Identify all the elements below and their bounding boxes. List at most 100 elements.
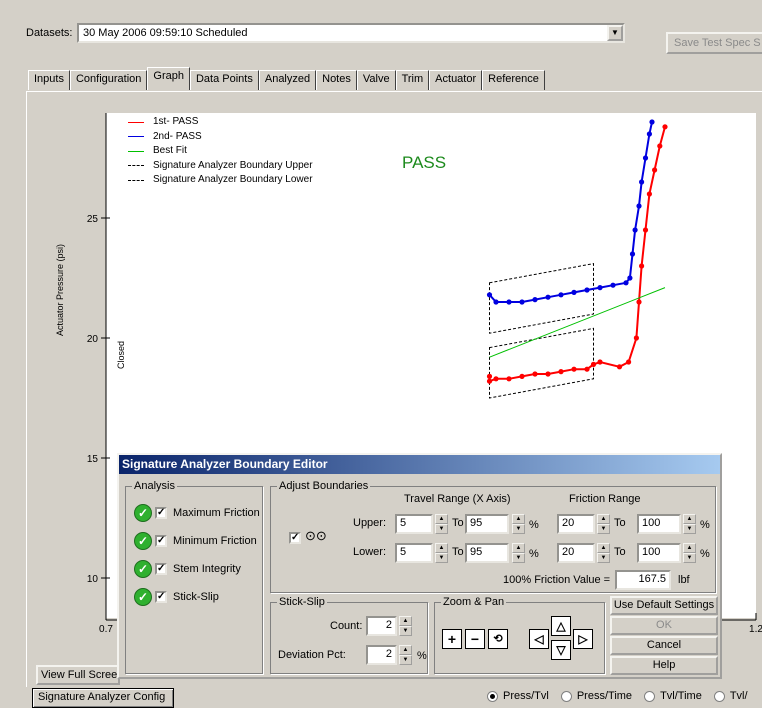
data-point (649, 119, 655, 125)
radio-tvl-time[interactable]: Tvl/Time (644, 690, 702, 702)
data-point (584, 366, 590, 372)
data-point (519, 373, 525, 379)
friction-value-input[interactable]: 167.5 (615, 570, 671, 590)
spinner[interactable]: ▲ ▼ (597, 543, 610, 563)
upper-travel-to-input[interactable]: 95 (465, 514, 509, 534)
radio-dot-icon (713, 690, 725, 702)
radio-dot-icon (487, 690, 498, 702)
legend-label: Best Fit (153, 145, 187, 156)
checkbox[interactable]: ✓ (155, 507, 167, 519)
data-point (610, 282, 616, 288)
data-point (597, 359, 603, 365)
data-point (590, 361, 597, 367)
zoom-pan-label: Zoom & Pan (441, 596, 507, 608)
radio-press-tvl[interactable]: Press/Tvl (487, 690, 549, 702)
checkbox[interactable]: ✓ (155, 535, 167, 547)
plot-mode-radios: Press/Tvl Press/Time Tvl/Time Tvl/ (487, 690, 760, 702)
spinner[interactable]: ▲ ▼ (435, 514, 448, 534)
pan-left-icon[interactable]: ◁ (529, 629, 549, 649)
data-point (642, 227, 649, 233)
zoom-out-icon[interactable]: − (465, 629, 485, 649)
dialog-title[interactable]: Signature Analyzer Boundary Editor (119, 455, 720, 474)
spinner[interactable]: ▲ ▼ (683, 543, 696, 563)
spinner[interactable]: ▲ ▼ (399, 645, 412, 665)
checkbox[interactable]: ✓ (155, 563, 167, 575)
legend-label: 1st- PASS (153, 116, 199, 127)
lower-friction-to-input[interactable]: 100 (637, 543, 681, 563)
link-checkbox[interactable]: ✓ (289, 532, 301, 544)
upper-friction-from-input[interactable]: 20 (557, 514, 595, 534)
data-point (636, 203, 642, 209)
spinner[interactable]: ▲ ▼ (399, 616, 412, 636)
deviation-pct-input[interactable]: 2 (366, 645, 397, 665)
data-point (642, 155, 649, 161)
use-default-settings-button[interactable]: Use Default Settings (610, 596, 718, 615)
check-circle-icon: ✓ (134, 588, 152, 606)
closed-label: Closed (116, 340, 126, 370)
check-minimum-friction[interactable]: ✓ ✓ Minimum Friction (134, 532, 257, 550)
data-point (616, 364, 623, 370)
data-point (532, 297, 538, 303)
checkbox[interactable]: ✓ (155, 591, 167, 603)
analysis-group: Analysis ✓ ✓ Maximum Friction ✓ ✓ Minimum Fr… (125, 480, 263, 674)
deviation-pct-label: Deviation Pct: (278, 649, 346, 661)
pan-up-icon[interactable]: △ (551, 616, 571, 636)
legend-label: 2nd- PASS (153, 130, 202, 142)
signature-analyzer-config-button[interactable]: Signature Analyzer Config (32, 688, 174, 708)
ok-button[interactable]: OK (610, 616, 718, 635)
check-stick-slip[interactable]: ✓ ✓ Stick-Slip (134, 588, 219, 606)
data-point (486, 292, 493, 298)
radio-press-time[interactable]: Press/Time (560, 690, 632, 702)
check-stem-integrity[interactable]: ✓ ✓ Stem Integrity (134, 560, 241, 578)
spinner[interactable]: ▲ ▼ (435, 543, 448, 563)
check-circle-icon: ✓ (134, 504, 152, 522)
data-point (571, 289, 577, 295)
friction-range-header: Friction Range (569, 493, 641, 505)
radio-dot-icon (560, 690, 572, 702)
spinner[interactable]: ▲ ▼ (512, 514, 525, 534)
spinner[interactable]: ▲ ▼ (597, 514, 610, 534)
upper-travel-from-input[interactable]: 5 (395, 514, 433, 534)
legend-item: Signature Analyzer Boundary Lower (128, 173, 313, 188)
data-point (632, 227, 638, 233)
data-point (506, 299, 512, 305)
refresh-icon[interactable]: ⟲ (488, 629, 508, 649)
check-maximum-friction[interactable]: ✓ ✓ Maximum Friction (134, 504, 260, 522)
upper-label: Upper: (353, 517, 387, 529)
data-point (646, 131, 653, 137)
data-point (532, 371, 538, 377)
count-input[interactable]: 2 (366, 616, 397, 636)
data-point (639, 263, 645, 269)
link-icon: ⊙⊙ (305, 528, 327, 543)
data-point (558, 292, 564, 298)
help-button[interactable]: Help (610, 656, 718, 675)
spinner[interactable]: ▲ ▼ (683, 514, 696, 534)
data-point (519, 299, 525, 305)
lower-travel-from-input[interactable]: 5 (395, 543, 433, 563)
cancel-button[interactable]: Cancel (610, 636, 718, 655)
pan-right-icon[interactable]: ▷ (573, 629, 593, 649)
view-full-screen-button[interactable]: View Full Screen (36, 665, 120, 685)
legend-item: Signature Analyzer Boundary Upper (128, 159, 313, 174)
adjust-boundaries-group: Adjust Boundaries Travel Range (X Axis) … (270, 480, 716, 593)
chart-legend: 1st- PASS 2nd- PASS Best Fit Signature A… (128, 115, 313, 188)
spinner[interactable]: ▲ ▼ (512, 543, 525, 563)
legend-label: Signature Analyzer Boundary Upper (153, 159, 313, 171)
data-point (639, 179, 645, 185)
lower-friction-from-input[interactable]: 20 (557, 543, 595, 563)
lower-travel-to-input[interactable]: 95 (465, 543, 509, 563)
data-point (545, 294, 551, 300)
adjust-boundaries-label: Adjust Boundaries (277, 480, 371, 492)
zoom-in-icon[interactable]: + (442, 629, 462, 649)
pan-down-icon[interactable]: ▽ (551, 640, 571, 660)
radio-tvl-other[interactable]: Tvl/ (713, 690, 748, 702)
x-tick-label: 0.7 (99, 624, 113, 635)
upper-friction-to-input[interactable]: 100 (637, 514, 681, 534)
data-point (486, 378, 493, 384)
pass-status-label: PASS (402, 153, 447, 172)
check-circle-icon: ✓ (134, 560, 152, 578)
data-point (652, 167, 658, 173)
data-point (486, 373, 493, 379)
y-axis-label: Actuator Pressure (psi) (55, 243, 65, 337)
y-tick-label: 20 (87, 334, 99, 345)
